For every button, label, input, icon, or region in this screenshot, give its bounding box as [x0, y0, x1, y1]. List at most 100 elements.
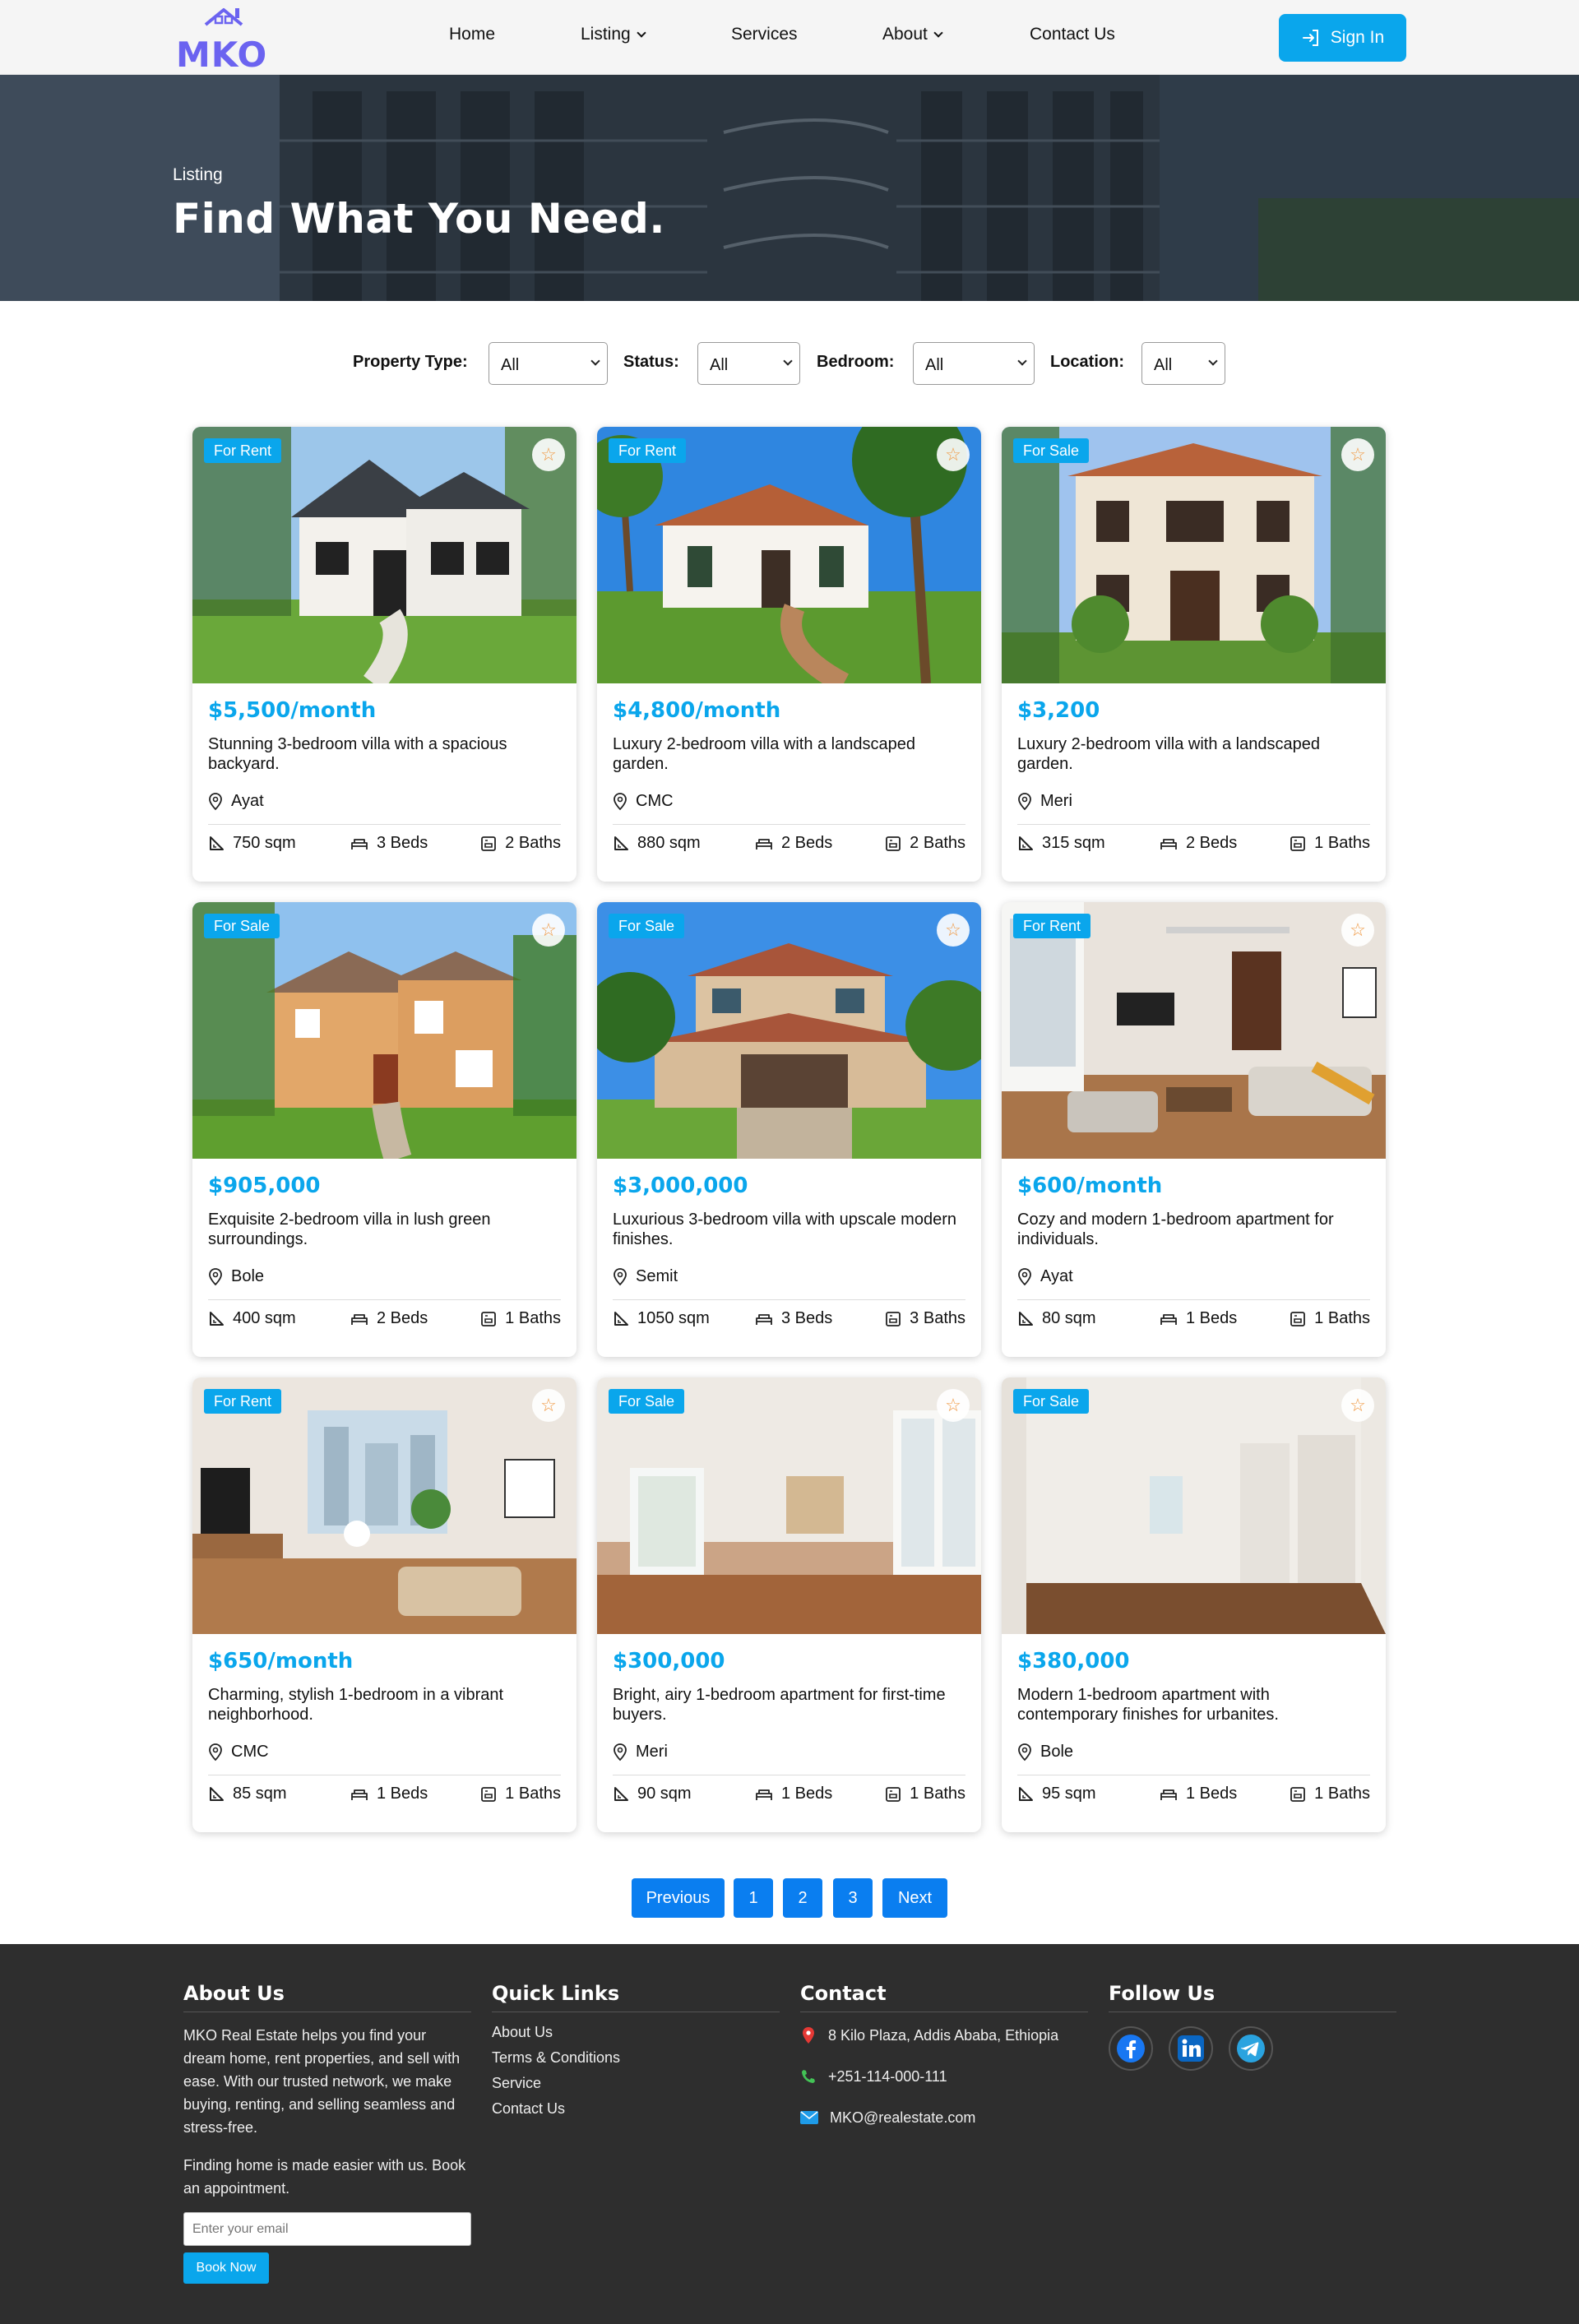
listing-baths-text: 1 Baths — [1314, 1785, 1370, 1803]
footer-link-terms[interactable]: Terms & Conditions — [492, 2049, 780, 2067]
listing-photo[interactable] — [192, 427, 576, 683]
footer-quick-links-title: Quick Links — [492, 1982, 780, 2012]
listing-area: 90 sqm — [613, 1785, 692, 1803]
star-icon[interactable]: ☆ — [937, 1389, 970, 1422]
listing-card[interactable]: For Rent ☆ $650/month Charming, stylish … — [192, 1377, 576, 1832]
footer-email-input[interactable] — [183, 2212, 471, 2246]
pagination-page-2[interactable]: 2 — [783, 1878, 822, 1918]
nav-home[interactable]: Home — [449, 25, 495, 44]
footer-link-service[interactable]: Service — [492, 2075, 780, 2092]
status-badge: For Sale — [609, 914, 685, 938]
set-square-icon — [210, 1311, 224, 1326]
listing-location: CMC — [613, 792, 674, 811]
listing-baths-text: 1 Baths — [505, 1309, 561, 1327]
pagination-page-3[interactable]: 3 — [833, 1878, 873, 1918]
listing-card[interactable]: For Rent ☆ $4,800/month Luxury 2-bedroom… — [597, 427, 981, 882]
book-now-button[interactable]: Book Now — [183, 2252, 269, 2284]
listing-photo[interactable] — [192, 1377, 576, 1634]
listing-baths-text: 3 Baths — [910, 1309, 965, 1327]
sign-in-button[interactable]: Sign In — [1279, 14, 1406, 62]
listing-area: 750 sqm — [208, 834, 296, 853]
listing-card[interactable]: For Sale ☆ $905,000 Exquisite 2-bedroom … — [192, 902, 576, 1357]
map-pin-icon — [803, 2027, 814, 2044]
listing-card[interactable]: For Sale ☆ $300,000 Bright, airy 1-bedro… — [597, 1377, 981, 1832]
pagination-previous[interactable]: Previous — [632, 1878, 725, 1918]
location-label: Location: — [1050, 353, 1124, 371]
linkedin-icon — [1178, 2035, 1204, 2062]
star-icon[interactable]: ☆ — [1341, 1389, 1374, 1422]
property-type-label: Property Type: — [353, 353, 468, 371]
star-icon[interactable]: ☆ — [937, 914, 970, 947]
nav-contact[interactable]: Contact Us — [1030, 25, 1115, 44]
nav-about-label: About — [882, 25, 928, 44]
status-badge: For Rent — [204, 438, 282, 463]
listing-card[interactable]: For Sale ☆ $380,000 Modern 1-bedroom apa… — [1002, 1377, 1386, 1832]
book-now-label: Book Now — [196, 2261, 257, 2275]
listing-baths: 1 Baths — [480, 1309, 561, 1328]
bedroom-value: All — [925, 356, 944, 374]
listing-location-text: Bole — [231, 1267, 265, 1285]
set-square-icon — [1019, 1786, 1033, 1801]
listing-card[interactable]: For Rent ☆ $5,500/month Stunning 3-bedro… — [192, 427, 576, 882]
location-select[interactable]: All — [1141, 342, 1225, 385]
star-icon[interactable]: ☆ — [937, 438, 970, 471]
footer-phone[interactable]: +251-114-000-111 — [828, 2065, 947, 2088]
star-icon[interactable]: ☆ — [532, 438, 565, 471]
footer-link-contact[interactable]: Contact Us — [492, 2100, 780, 2118]
listing-baths: 1 Baths — [885, 1785, 965, 1803]
listing-area-text: 95 sqm — [1042, 1785, 1096, 1803]
nav-listing-label: Listing — [581, 25, 631, 44]
listing-beds: 1 Beds — [350, 1785, 428, 1803]
listing-photo[interactable] — [597, 427, 981, 683]
nav-listing[interactable]: Listing — [581, 25, 646, 44]
bedroom-select[interactable]: All — [913, 342, 1035, 385]
footer-follow-column: Follow Us — [1109, 1982, 1396, 2012]
listing-card[interactable]: For Sale ☆ $3,200 Luxury 2-bedroom villa… — [1002, 427, 1386, 882]
listing-price: $3,000,000 — [613, 1174, 748, 1198]
listing-location: Semit — [613, 1267, 678, 1286]
listing-card[interactable]: For Sale ☆ $3,000,000 Luxurious 3-bedroo… — [597, 902, 981, 1357]
chevron-down-icon — [783, 356, 793, 366]
mail-icon — [800, 2111, 818, 2124]
listing-photo[interactable] — [1002, 1377, 1386, 1634]
nav-services[interactable]: Services — [731, 25, 798, 44]
linkedin-link[interactable] — [1169, 2026, 1213, 2071]
nav-about[interactable]: About — [882, 25, 943, 44]
set-square-icon — [614, 836, 628, 850]
listing-photo[interactable] — [192, 902, 576, 1159]
listing-beds: 3 Beds — [350, 834, 428, 853]
status-select[interactable]: All — [697, 342, 800, 385]
star-icon[interactable]: ☆ — [532, 914, 565, 947]
footer-email[interactable]: MKO@realestate.com — [830, 2106, 975, 2129]
map-pin-icon — [1018, 1267, 1031, 1285]
listing-photo[interactable] — [1002, 902, 1386, 1159]
status-badge: For Sale — [1013, 1389, 1090, 1414]
logo[interactable]: MKO — [176, 5, 271, 75]
status-badge: For Rent — [1013, 914, 1091, 938]
listing-photo[interactable] — [597, 902, 981, 1159]
status-badge: For Sale — [1013, 438, 1090, 463]
hero-breadcrumb: Listing — [173, 165, 223, 184]
footer-about-column: About Us MKO Real Estate helps you find … — [183, 1982, 471, 2200]
listing-beds: 2 Beds — [350, 1309, 428, 1328]
map-pin-icon — [1018, 792, 1031, 810]
facebook-link[interactable] — [1109, 2026, 1153, 2071]
property-type-select[interactable]: All — [489, 342, 608, 385]
listing-card[interactable]: For Rent ☆ $600/month Cozy and modern 1-… — [1002, 902, 1386, 1357]
pagination-page-label: 1 — [748, 1888, 758, 1907]
star-icon[interactable]: ☆ — [1341, 438, 1374, 471]
star-icon[interactable]: ☆ — [532, 1389, 565, 1422]
pagination-page-1[interactable]: 1 — [734, 1878, 773, 1918]
status-value: All — [710, 356, 729, 374]
listing-price: $5,500/month — [208, 698, 377, 723]
building-background-image — [0, 75, 1579, 301]
footer-link-about[interactable]: About Us — [492, 2024, 780, 2041]
bedroom-label: Bedroom: — [817, 353, 895, 371]
pagination-next[interactable]: Next — [882, 1878, 947, 1918]
telegram-link[interactable] — [1229, 2026, 1273, 2071]
listing-location-text: Ayat — [1040, 1267, 1073, 1285]
star-icon[interactable]: ☆ — [1341, 914, 1374, 947]
listing-photo[interactable] — [597, 1377, 981, 1634]
listing-photo[interactable] — [1002, 427, 1386, 683]
footer-about-text-2: Finding home is made easier with us. Boo… — [183, 2157, 466, 2197]
